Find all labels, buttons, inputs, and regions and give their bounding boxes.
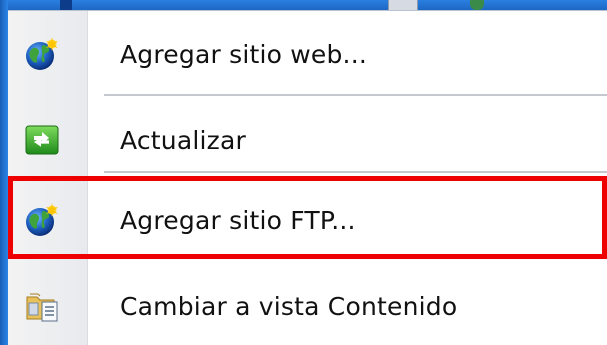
menu-item-label: Cambiar a vista Contenido: [120, 291, 458, 321]
background-window-edge: [60, 0, 72, 10]
desktop-background-top: [0, 0, 607, 10]
menu-item-switch-content-view[interactable]: Cambiar a vista Contenido: [8, 277, 607, 335]
globe-add-icon: [24, 36, 60, 72]
menu-item-refresh[interactable]: Actualizar: [8, 111, 607, 169]
menu-item-label: Actualizar: [120, 125, 246, 155]
background-globe-edge: [470, 0, 484, 10]
menu-item-label: Agregar sitio web...: [120, 39, 367, 69]
menu-separator: [104, 171, 607, 174]
desktop-background-left: [0, 0, 8, 345]
menu-item-label: Agregar sitio FTP...: [120, 205, 356, 235]
menu-item-add-website[interactable]: Agregar sitio web...: [8, 25, 607, 83]
context-menu: Agregar sitio web... Actualizar Agregar …: [8, 10, 607, 345]
background-scrollbar-edge: [388, 0, 418, 10]
refresh-icon: [24, 122, 60, 158]
menu-item-add-ftp-site[interactable]: Agregar sitio FTP...: [8, 191, 607, 249]
menu-separator: [104, 94, 607, 97]
globe-add-icon: [24, 202, 60, 238]
content-view-icon: [24, 288, 60, 324]
